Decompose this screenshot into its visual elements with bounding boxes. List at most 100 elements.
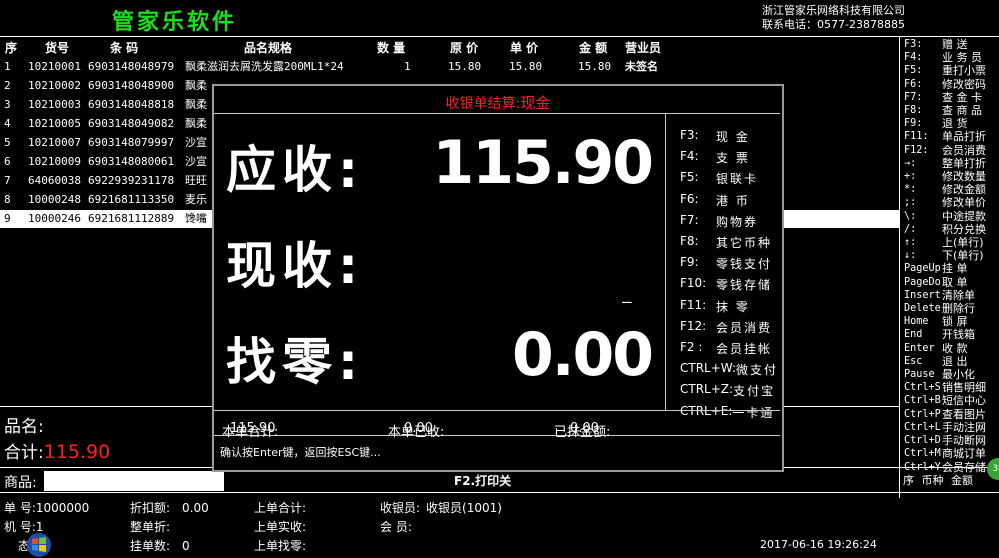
shortcut-item[interactable]: Ctrl+D 手动断网 [904,434,998,447]
shortcut-item[interactable]: F7: 查 金 卡 [904,91,998,104]
shortcut-item[interactable]: Ctrl+M 商城订单 [904,447,998,460]
row-barcode: 6903148048979 [88,60,175,73]
shortcut-item[interactable]: Pause 最小化 [904,368,998,381]
payment-method-item[interactable]: F10: 零钱存储 [680,276,772,293]
payment-method-item[interactable]: CTRL+Z: 支付宝 [680,382,775,399]
shortcut-key: →: [904,157,917,169]
shortcut-desc: 单品打折 [942,130,986,144]
shortcut-item[interactable]: F11: 单品打折 [904,130,998,143]
row-name: 旺旺 [185,174,207,187]
shortcut-item[interactable]: *: 修改金额 [904,183,998,196]
last-received: 上单实收: [254,520,307,534]
shortcut-item[interactable]: →: 整单打折 [904,157,998,170]
shortcut-item[interactable]: Home 锁 屏 [904,315,998,328]
shortcut-key: *: [904,184,917,196]
payment-method-item[interactable]: F7: 购物券 [680,213,758,230]
shortcut-item[interactable]: F4: 业 务 员 [904,51,998,64]
shortcut-desc: 退 货 [942,117,968,131]
shortcut-key: F9: [904,118,923,130]
shortcut-desc: 重打小票 [942,64,986,78]
shortcut-item[interactable]: Ctrl+S 销售明细 [904,381,998,394]
order-no: 单 号:1000000 [4,499,89,516]
order-no-label: 单 号: [4,501,36,515]
shortcut-desc: 查看图片 [942,407,986,421]
shortcut-item[interactable]: F3: 赠 送 [904,38,998,51]
shortcut-panel: F3: 赠 送 F4: 业 务 员 F5: 重打小票 F6: 修改密码 F7: 查 金 卡 F8: 查… [904,38,998,474]
payment-method-label: 其它币种 [716,236,773,250]
payment-method-item[interactable]: F3: 现 金 [680,128,750,145]
shortcut-item[interactable]: Ctrl+B 短信中心 [904,394,998,407]
col-orig-price: 原 价 [450,41,479,55]
shortcut-item[interactable]: +: 修改数量 [904,170,998,183]
shortcut-item[interactable]: F5: 重打小票 [904,64,998,77]
item-name-label: 品名: [4,417,44,437]
shortcut-key: +: [904,171,917,183]
shortcut-key: PageUp [904,263,941,275]
print-toggle-label[interactable]: F2.打印关 [454,472,511,489]
shortcut-item[interactable]: ↓: 下(单行) [904,249,998,262]
shortcut-item[interactable]: ;: 修改单价 [904,196,998,209]
received-label: 现收: [226,237,364,295]
shortcut-key: F7: [904,91,923,103]
shortcut-item[interactable]: End 开钱箱 [904,328,998,341]
shortcut-desc: 清除单 [942,288,975,302]
col-amount: 金 额 [579,41,608,55]
row-code: 10210003 [28,98,81,111]
row-no: 6 [4,155,11,168]
shortcut-item[interactable]: F12: 会员消费 [904,144,998,157]
row-unit-price: 15.80 [509,60,543,73]
shortcut-item[interactable]: F6: 修改密码 [904,78,998,91]
shortcut-key: PageDo [904,276,941,288]
payment-method-item[interactable]: F12: 会员消费 [680,319,772,336]
table-row[interactable]: 1 10210001 6903148048979 飘柔滋润去屑洗发露200ML1*24… [0,58,900,76]
discount-amount-value: 0.00 [182,501,209,515]
notification-badge[interactable]: 38 [987,458,999,480]
payment-method-item[interactable]: F11: 抹 零 [680,298,750,315]
row-no: 3 [4,98,11,111]
shortcut-key: Pause [904,369,935,381]
shortcut-item[interactable]: PageUp 挂 单 [904,262,998,275]
product-input[interactable] [44,471,224,491]
payment-method-label: 抹 零 [716,299,750,314]
shortcut-key: Ctrl+S [904,382,941,394]
last-change: 上单找零: [254,539,307,553]
row-name: 飘柔 [185,98,207,111]
payment-method-item[interactable]: F2 : 会员挂帐 [680,340,772,357]
payment-method-label: 现 金 [716,130,750,144]
row-barcode: 6903148049082 [88,117,175,130]
shortcut-item[interactable]: \: 中途提款 [904,210,998,223]
payment-method-item[interactable]: CTRL+W: 微支付 [680,361,778,378]
shortcut-item[interactable]: F8: 查 商 品 [904,104,998,117]
shortcut-item[interactable]: Enter 收 款 [904,342,998,355]
discount-amount: 折扣额: 0.00 [130,499,209,516]
shortcut-item[interactable]: Insert 清除单 [904,289,998,302]
shortcut-item[interactable]: ↑: 上(单行) [904,236,998,249]
row-barcode: 6921681112889 [88,212,175,225]
shortcut-item[interactable]: Esc 退 出 [904,355,998,368]
shortcut-item[interactable]: Delete 删除行 [904,302,998,315]
shortcut-item[interactable]: Ctrl+P 查看图片 [904,408,998,421]
shortcut-item[interactable]: /: 积分兑换 [904,223,998,236]
row-clerk: 未签名 [625,60,658,73]
row-code: 10210001 [28,60,81,73]
windows-logo-icon[interactable] [4,532,51,557]
shortcut-desc: 积分兑换 [942,222,986,236]
shortcut-item[interactable]: Ctrl+L 手动注网 [904,421,998,434]
shortcut-item[interactable]: PageDo 取 单 [904,276,998,289]
payment-method-item[interactable]: F4: 支 票 [680,149,750,166]
shortcut-key: F3: [904,39,923,50]
cashier-value: 收银员(1001) [426,501,502,515]
row-barcode: 6903148048818 [88,98,175,111]
dialog-title: 收银单结算:现金 [214,92,782,113]
payment-method-item[interactable]: F5: 银联卡 [680,170,758,187]
col-unit-price: 单 价 [510,41,539,55]
row-barcode: 6903148048900 [88,79,175,92]
currency-divider [899,467,999,468]
payment-method-label: 微支付 [736,363,779,378]
payment-method-label: 银联卡 [716,172,759,187]
payment-method-item[interactable]: F6: 港 币 [680,192,750,209]
payment-method-item[interactable]: F8: 其它币种 [680,234,772,251]
header-divider [0,36,999,37]
shortcut-item[interactable]: F9: 退 货 [904,117,998,130]
payment-method-item[interactable]: F9: 零钱支付 [680,255,772,272]
